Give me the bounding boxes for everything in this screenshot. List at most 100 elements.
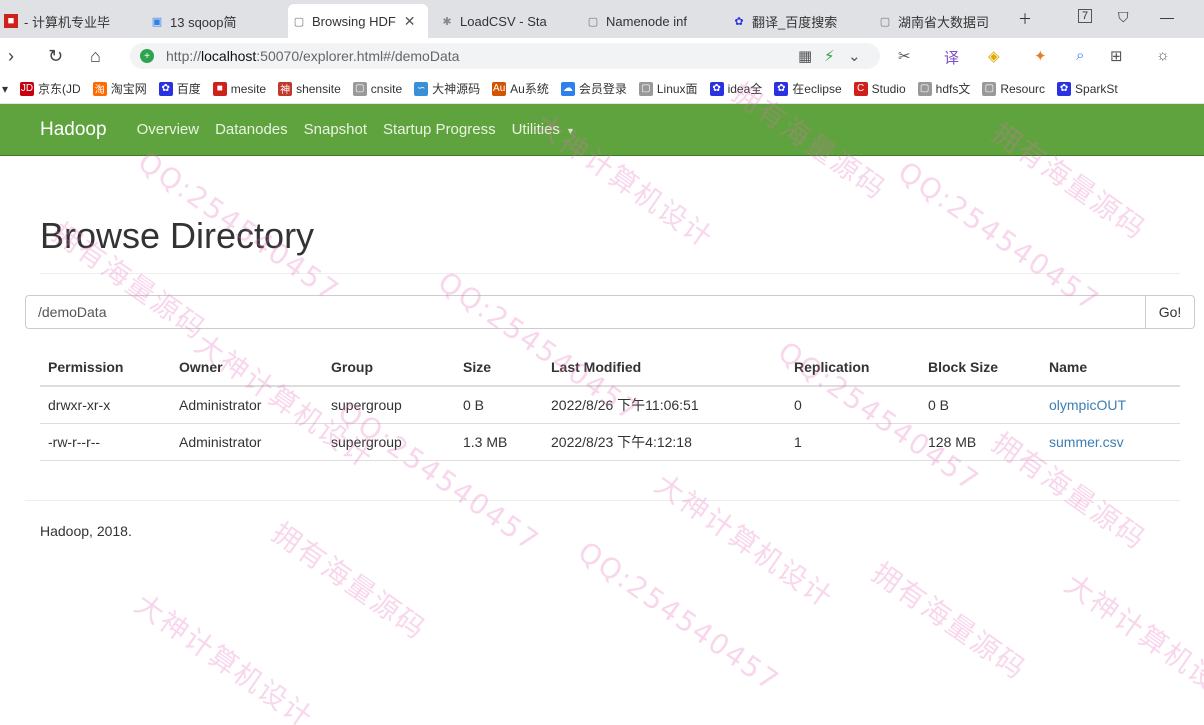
tab-title: 13 sqoop简 [170,14,237,30]
nav-startup-progress[interactable]: Startup Progress [383,121,496,138]
directory-path-input[interactable] [25,295,1146,329]
watermark-text: 大神计算机设计 [1058,567,1204,715]
bookmark-item[interactable]: ✿ idea全 [709,80,763,97]
nav-overview[interactable]: Overview [137,121,200,138]
column-header[interactable]: Size [455,348,543,387]
column-header[interactable]: Owner [171,348,323,387]
column-header[interactable]: Replication [786,348,920,387]
browser-tab-bar: ■ - 计算机专业毕 ▣ 13 sqoop简 ▢ Browsing HDF ✕ … [0,0,1204,38]
column-header[interactable]: Permission [40,348,171,387]
bookmark-item[interactable]: ▢ hdfs文 [917,80,970,97]
forward-icon[interactable]: › [8,46,14,67]
browser-tab[interactable]: ✱ LoadCSV - Sta [436,4,574,38]
url-host: localhost [201,48,257,64]
bookmark-item[interactable]: ✿ SparkSt [1057,81,1118,96]
scissors-icon[interactable]: ✂ [898,47,911,65]
apps-grid-icon[interactable]: ⊞ [1110,47,1123,65]
bookmark-label: mesite [230,81,267,96]
nav-utilities[interactable]: Utilities ▼ [512,121,575,138]
minimize-icon[interactable]: — [1160,9,1174,25]
permission-cell: drwxr-xr-x [40,386,171,424]
caret-down-icon: ▼ [565,126,575,136]
bookmark-item[interactable]: ▢ cnsite [352,81,402,96]
bookmark-item[interactable]: ▢ Resourc [982,81,1046,96]
bookmark-favicon-icon: C [853,81,868,96]
shield-coin-icon[interactable]: ◈ [988,47,1000,65]
translate-icon[interactable]: 译 [944,47,959,68]
shirt-skin-icon[interactable]: ⛉ [1118,9,1129,26]
brightness-icon[interactable]: ☼ [1156,47,1170,64]
owner-cell: Administrator [171,386,323,424]
bookmark-item[interactable]: ∽ 大神源码 [414,80,480,97]
lightning-icon[interactable]: ⚡ [824,47,835,65]
reload-icon[interactable]: ↻ [48,46,63,67]
path-input-group: Go! [25,295,1195,329]
column-header[interactable]: Group [323,348,455,387]
tab-count-badge[interactable]: 7 [1078,9,1093,23]
bookmark-label: idea全 [727,82,763,96]
bookmark-favicon-icon: ☁ [560,81,575,96]
bookmark-item[interactable]: ✿ 在eclipse [774,80,842,97]
bookmark-item[interactable]: 神 shensite [278,81,341,96]
column-header[interactable]: Name [1041,348,1180,387]
name-cell: summer.csv [1041,423,1180,461]
bookmark-item[interactable]: Au Au系统 [492,80,549,97]
nav-datanodes[interactable]: Datanodes [215,121,288,138]
home-icon[interactable]: ⌂ [90,46,101,67]
bookmark-favicon-icon: ▢ [917,81,932,96]
navbar-brand[interactable]: Hadoop [40,119,107,141]
qr-code-icon[interactable]: ▦ [798,47,812,65]
browser-tab-active[interactable]: ▢ Browsing HDF ✕ [288,4,428,38]
browser-tab[interactable]: ■ - 计算机专业毕 [0,4,140,38]
go-button[interactable]: Go! [1146,295,1195,329]
site-favicon-icon: ■ [4,14,18,28]
close-tab-icon[interactable]: ✕ [404,13,416,30]
bookmark-favicon-icon: ■ [212,81,227,96]
page-icon: ▢ [587,15,599,28]
gamepad-icon[interactable]: ✦ [1034,47,1047,65]
nav-snapshot[interactable]: Snapshot [304,121,367,138]
bookmark-label: Resourc [1000,81,1046,96]
column-header[interactable]: Block Size [920,348,1041,387]
url-field[interactable]: + http://localhost:50070/explorer.html#/… [130,43,880,69]
bookmark-favicon-icon: ∽ [414,81,429,96]
bookmark-item[interactable]: ☁ 会员登录 [560,80,627,97]
bookmark-item[interactable]: ■ mesite [212,81,267,96]
column-header[interactable]: Last Modified [543,348,786,387]
new-tab-icon[interactable]: ＋ [1018,9,1032,29]
bookmark-item[interactable]: C Studio [853,81,906,96]
bookmark-label: Studio [871,81,906,96]
watermark-text: QQ:254540457 [572,534,786,699]
url-path: :50070/explorer.html#/demoData [256,48,460,64]
watermark-text: QQ:254540457 [892,154,1106,319]
size-cell: 1.3 MB [455,423,543,461]
watermark-text: 拥有海量源码 [265,516,433,647]
bookmarks-overflow-icon[interactable]: ▾ [2,82,8,96]
bookmark-label: 百度 [176,82,201,96]
bookmark-item[interactable]: ✿ 百度 [158,80,201,97]
baidu-icon: ✿ [734,15,744,28]
tab-title: 翻译_百度搜索 [752,14,838,30]
bookmark-item[interactable]: 淘淘宝网 [92,80,147,97]
chevron-down-icon[interactable]: ⌄ [848,47,861,65]
tab-title: 湖南省大数据司 [898,14,990,30]
entry-name-link[interactable]: olympicOUT [1049,397,1126,413]
shield-icon: + [140,49,154,63]
browser-tab[interactable]: ▢ 湖南省大数据司 [874,4,1012,38]
bookmark-item[interactable]: ▢ Linux面 [638,80,698,97]
search-icon[interactable]: ⌕ [1076,47,1084,64]
replication-cell: 1 [786,423,920,461]
title-divider [40,273,1180,274]
entry-name-link[interactable]: summer.csv [1049,434,1124,450]
bookmark-favicon-icon: ▢ [352,81,367,96]
browser-tab[interactable]: ▢ Namenode inf [582,4,720,38]
tab-title: Namenode inf [606,13,687,29]
owner-cell: Administrator [171,423,323,461]
bookmark-favicon-icon: ✿ [158,81,173,96]
spark-icon: ✱ [442,15,452,28]
browser-tab[interactable]: ▣ 13 sqoop简 [146,4,284,38]
block-size-cell: 128 MB [920,423,1041,461]
browser-tab[interactable]: ✿ 翻译_百度搜索 [728,4,866,38]
replication-cell: 0 [786,386,920,424]
bookmark-item[interactable]: JD 京东(JD [20,80,81,97]
